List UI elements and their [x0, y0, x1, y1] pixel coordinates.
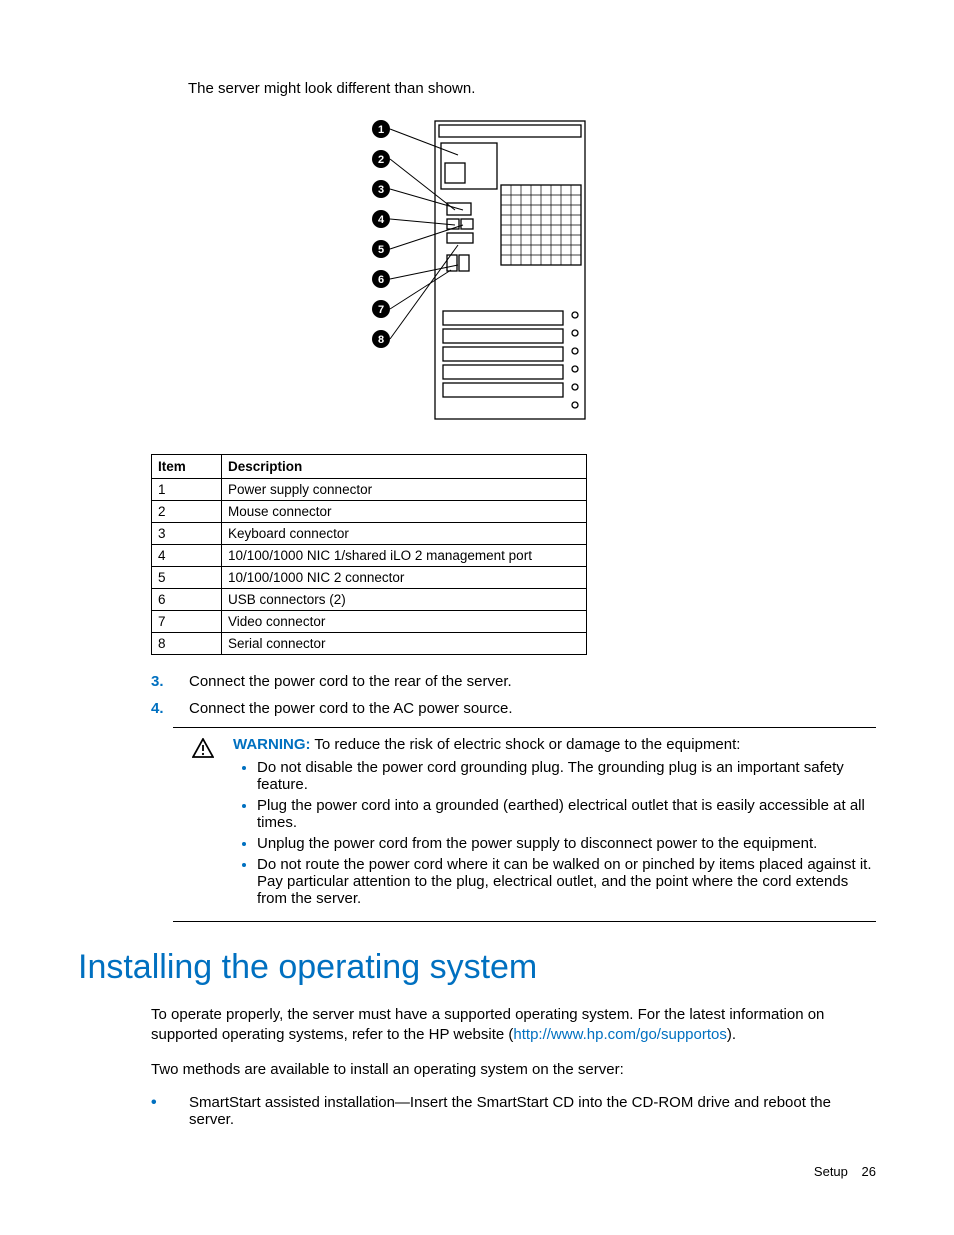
section-heading: Installing the operating system — [78, 948, 876, 987]
step-number: 3. — [151, 673, 189, 690]
cell-item: 6 — [152, 589, 222, 611]
header-item: Item — [152, 455, 222, 479]
cell-item: 8 — [152, 633, 222, 655]
table-header-row: Item Description — [152, 455, 587, 479]
callout-8: 8 — [372, 245, 458, 348]
warning-item: Do not route the power cord where it can… — [257, 856, 872, 907]
cell-item: 4 — [152, 545, 222, 567]
svg-text:2: 2 — [378, 154, 384, 166]
svg-text:7: 7 — [378, 304, 384, 316]
numbered-steps: 3. Connect the power cord to the rear of… — [151, 673, 876, 717]
bullet-dot: • — [151, 1094, 189, 1112]
paragraph-1: To operate properly, the server must hav… — [151, 1005, 876, 1046]
warning-lead: To reduce the risk of electric shock or … — [311, 736, 741, 753]
cell-item: 1 — [152, 479, 222, 501]
warning-item: Plug the power cord into a grounded (ear… — [257, 797, 872, 831]
step-number: 4. — [151, 700, 189, 717]
table-row: 1Power supply connector — [152, 479, 587, 501]
method-item: • SmartStart assisted installation—Inser… — [151, 1094, 876, 1128]
cell-desc: Mouse connector — [222, 501, 587, 523]
warning-icon — [192, 738, 214, 758]
svg-text:6: 6 — [378, 274, 384, 286]
warning-icon-column — [173, 736, 233, 911]
cell-desc: 10/100/1000 NIC 1/shared iLO 2 managemen… — [222, 545, 587, 567]
document-page: The server might look different than sho… — [0, 0, 954, 1235]
intro-text: The server might look different than sho… — [188, 80, 876, 97]
table-row: 8Serial connector — [152, 633, 587, 655]
table-row: 6USB connectors (2) — [152, 589, 587, 611]
install-methods-list: • SmartStart assisted installation—Inser… — [151, 1094, 876, 1128]
warning-item: Do not disable the power cord grounding … — [257, 759, 872, 793]
table-row: 2Mouse connector — [152, 501, 587, 523]
connector-table: Item Description 1Power supply connector… — [151, 454, 876, 655]
callout-4: 4 — [372, 210, 455, 228]
svg-text:3: 3 — [378, 184, 384, 196]
cell-desc: Video connector — [222, 611, 587, 633]
step-3: 3. Connect the power cord to the rear of… — [151, 673, 876, 690]
cell-desc: Power supply connector — [222, 479, 587, 501]
cell-item: 2 — [152, 501, 222, 523]
step-4: 4. Connect the power cord to the AC powe… — [151, 700, 876, 717]
page-footer: Setup 26 — [814, 1164, 876, 1179]
server-rear-diagram: 1 2 3 4 5 6 7 8 — [363, 115, 591, 430]
cell-item: 7 — [152, 611, 222, 633]
cell-item: 3 — [152, 523, 222, 545]
warning-item: Unplug the power cord from the power sup… — [257, 835, 872, 852]
paragraph-2: Two methods are available to install an … — [151, 1060, 876, 1080]
callout-5: 5 — [372, 225, 463, 258]
footer-page-number: 26 — [862, 1164, 876, 1179]
warning-label: WARNING: — [233, 736, 311, 753]
svg-text:1: 1 — [378, 124, 384, 136]
callout-2: 2 — [372, 150, 455, 210]
footer-section: Setup — [814, 1164, 848, 1179]
cell-item: 5 — [152, 567, 222, 589]
warning-body: WARNING: To reduce the risk of electric … — [233, 736, 876, 911]
cell-desc: Serial connector — [222, 633, 587, 655]
step-text: Connect the power cord to the AC power s… — [189, 700, 513, 717]
svg-text:4: 4 — [378, 214, 385, 226]
cell-desc: USB connectors (2) — [222, 589, 587, 611]
svg-text:8: 8 — [378, 334, 384, 346]
support-os-link[interactable]: http://www.hp.com/go/supportos — [513, 1026, 726, 1043]
table-row: 410/100/1000 NIC 1/shared iLO 2 manageme… — [152, 545, 587, 567]
header-desc: Description — [222, 455, 587, 479]
table-row: 3Keyboard connector — [152, 523, 587, 545]
cell-desc: 10/100/1000 NIC 2 connector — [222, 567, 587, 589]
diagram-container: 1 2 3 4 5 6 7 8 — [78, 115, 876, 430]
step-text: Connect the power cord to the rear of th… — [189, 673, 512, 690]
para1-text-b: ). — [727, 1026, 736, 1043]
table-row: 7Video connector — [152, 611, 587, 633]
table-row: 510/100/1000 NIC 2 connector — [152, 567, 587, 589]
warning-list: Do not disable the power cord grounding … — [233, 759, 872, 907]
callout-6: 6 — [372, 265, 458, 288]
server-chassis — [435, 121, 585, 419]
warning-block: WARNING: To reduce the risk of electric … — [173, 727, 876, 922]
svg-text:5: 5 — [378, 244, 384, 256]
cell-desc: Keyboard connector — [222, 523, 587, 545]
method-text: SmartStart assisted installation—Insert … — [189, 1094, 876, 1128]
